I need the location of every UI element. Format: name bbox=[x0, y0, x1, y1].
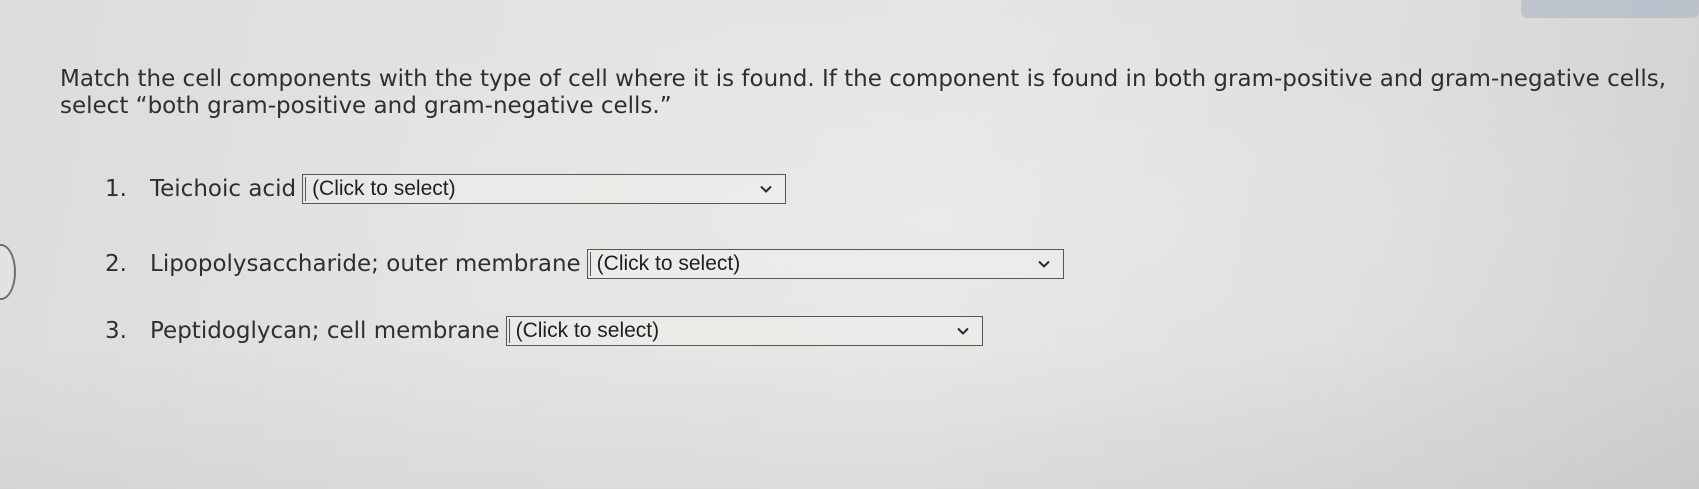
item-number: 3. bbox=[105, 318, 127, 344]
match-item-3: 3. Peptidoglycan; cell membrane (Click t… bbox=[105, 316, 983, 346]
select-dropdown-3[interactable]: (Click to select) bbox=[505, 316, 983, 346]
item-label: Teichoic acid bbox=[150, 176, 297, 202]
left-edge-tab[interactable] bbox=[0, 244, 16, 300]
match-item-2: 2. Lipopolysaccharide; outer membrane (C… bbox=[105, 249, 1064, 279]
select-dropdown-1[interactable]: (Click to select) bbox=[302, 174, 787, 204]
chevron-down-icon bbox=[760, 185, 772, 193]
item-label: Lipopolysaccharide; outer membrane bbox=[150, 251, 581, 277]
select-dropdown-2[interactable]: (Click to select) bbox=[586, 249, 1064, 279]
match-item-1: 1. Teichoic acid (Click to select) bbox=[105, 174, 787, 204]
chevron-down-icon bbox=[956, 327, 969, 335]
chevron-down-icon bbox=[1037, 260, 1050, 268]
item-number: 2. bbox=[105, 251, 127, 277]
select-value: (Click to select) bbox=[515, 319, 660, 342]
question-instructions: Match the cell components with the type … bbox=[60, 66, 1667, 119]
select-value: (Click to select) bbox=[312, 177, 456, 200]
top-right-button[interactable] bbox=[1521, 0, 1699, 18]
item-label: Peptidoglycan; cell membrane bbox=[150, 318, 500, 344]
select-value: (Click to select) bbox=[596, 252, 741, 275]
item-number: 1. bbox=[105, 176, 127, 202]
